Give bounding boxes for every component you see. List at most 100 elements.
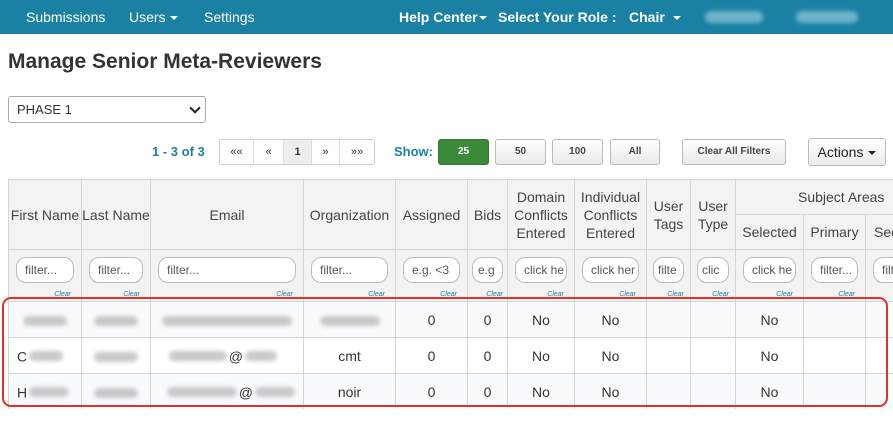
- user-menu-redacted[interactable]: [796, 11, 858, 23]
- col-domain-conflicts[interactable]: Domain Conflicts Entered: [507, 179, 575, 250]
- filter-last-name-input[interactable]: filter...: [89, 257, 143, 283]
- cell-individual-conflicts: No: [574, 337, 647, 374]
- nav-users[interactable]: Users: [129, 9, 178, 25]
- filter-first-name-input[interactable]: filter...: [16, 257, 74, 283]
- redacted-text: [166, 387, 237, 398]
- show-50-button[interactable]: 50: [495, 139, 546, 165]
- cell-user-type: [690, 337, 736, 374]
- cell-assigned-link[interactable]: 0: [395, 337, 468, 374]
- cell-user-type: [690, 301, 736, 338]
- table-row[interactable]: 0 0 No No No: [8, 301, 893, 338]
- nav-submissions[interactable]: Submissions: [26, 9, 105, 25]
- filter-cell: filter... Clear: [150, 249, 304, 302]
- nav-help-center[interactable]: Help Center: [399, 9, 487, 25]
- cell-first-name: H: [8, 373, 82, 409]
- role-label: Select Your Role :: [498, 9, 617, 25]
- clear-filter-link[interactable]: Clear: [619, 291, 636, 298]
- show-100-button[interactable]: 100: [552, 139, 603, 165]
- clear-all-filters-button[interactable]: Clear All Filters: [682, 139, 786, 165]
- redacted-text: [94, 315, 138, 326]
- clear-filter-link[interactable]: Clear: [486, 291, 503, 298]
- nav-users-label: Users: [129, 9, 166, 25]
- col-assigned[interactable]: Assigned: [395, 179, 468, 250]
- filter-cell: click her Clear: [574, 249, 647, 302]
- col-selected[interactable]: Selected: [735, 214, 804, 250]
- actions-button[interactable]: Actions: [808, 138, 886, 166]
- cell-first-name: C: [8, 337, 82, 374]
- cell-selected: No: [735, 337, 804, 374]
- filter-email-input[interactable]: filter...: [158, 257, 296, 283]
- clear-filter-link[interactable]: Clear: [54, 291, 71, 298]
- cell-assigned-link[interactable]: 0: [395, 301, 468, 338]
- page-next-button[interactable]: »: [312, 140, 340, 164]
- table-row[interactable]: C @ cmt 0 0 No No No: [8, 337, 893, 374]
- page-last-button[interactable]: »»: [340, 140, 374, 164]
- clear-filter-link[interactable]: Clear: [368, 291, 385, 298]
- filter-assigned-input[interactable]: e.g. <3: [403, 257, 460, 283]
- page-first-button[interactable]: ««: [220, 140, 254, 164]
- clear-filter-link[interactable]: Clear: [838, 291, 855, 298]
- cell-domain-conflicts: No: [507, 301, 575, 338]
- cell-user-tags: [646, 337, 691, 374]
- filter-organization-input[interactable]: filter...: [311, 257, 388, 283]
- actions-label: Actions: [817, 144, 864, 160]
- col-organization[interactable]: Organization: [303, 179, 396, 250]
- filter-cell: filter... Clear: [81, 249, 151, 302]
- col-individual-conflicts[interactable]: Individual Conflicts Entered: [574, 179, 647, 250]
- filter-domain-conflicts-input[interactable]: click he: [515, 257, 567, 283]
- page-prev-button[interactable]: «: [254, 140, 284, 164]
- filter-cell: e.g. <3 Clear: [395, 249, 468, 302]
- cell-last-name: [81, 373, 151, 409]
- page-title: Manage Senior Meta-Reviewers: [8, 50, 322, 73]
- filter-primary-input[interactable]: filter...: [811, 257, 858, 283]
- filter-bids-input[interactable]: e.g: [472, 257, 503, 283]
- user-name-redacted[interactable]: [705, 11, 763, 23]
- show-label: Show:: [394, 144, 433, 159]
- col-user-type[interactable]: User Type: [690, 179, 736, 250]
- clear-filter-link[interactable]: Clear: [547, 291, 564, 298]
- clear-filter-link[interactable]: Clear: [440, 291, 457, 298]
- role-selector[interactable]: Chair: [629, 9, 681, 25]
- show-25-button[interactable]: 25: [438, 139, 489, 165]
- chevron-down-icon: [189, 102, 201, 114]
- role-value: Chair: [629, 9, 665, 25]
- cell-organization: noir: [303, 373, 396, 409]
- show-all-button[interactable]: All: [610, 139, 660, 165]
- filter-cell: filter... Clear: [303, 249, 396, 302]
- cell-selected: No: [735, 373, 804, 409]
- redacted-text: [94, 387, 138, 398]
- filter-secondary-input[interactable]: filt: [873, 257, 893, 283]
- filter-cell: click he Clear: [507, 249, 575, 302]
- cell-assigned-link[interactable]: 0: [395, 373, 468, 409]
- nav-settings[interactable]: Settings: [204, 9, 255, 25]
- filter-cell: clic Clear: [690, 249, 736, 302]
- col-secondary[interactable]: Sec: [865, 214, 893, 250]
- clear-filter-link[interactable]: Clear: [667, 291, 684, 298]
- cell-organization: [303, 301, 396, 338]
- cell-bids: 0: [467, 373, 508, 409]
- filter-selected-input[interactable]: click he: [743, 257, 796, 283]
- page-current-button[interactable]: 1: [284, 140, 312, 164]
- clear-filter-link[interactable]: Clear: [276, 291, 293, 298]
- top-navbar: Submissions Users Settings Help Center S…: [0, 0, 893, 34]
- col-primary[interactable]: Primary: [803, 214, 866, 250]
- redacted-text: [162, 315, 292, 326]
- clear-filter-link[interactable]: Clear: [712, 291, 729, 298]
- clear-filter-link[interactable]: Clear: [776, 291, 793, 298]
- col-first-name[interactable]: First Name: [8, 179, 82, 250]
- filter-user-type-input[interactable]: clic: [697, 257, 729, 283]
- cell-email: @: [150, 337, 304, 374]
- filter-cell: filte Clear: [646, 249, 691, 302]
- phase-select[interactable]: PHASE 1: [8, 96, 206, 123]
- col-last-name[interactable]: Last Name: [81, 179, 151, 250]
- col-user-tags[interactable]: User Tags: [646, 179, 691, 250]
- cell-primary: [803, 301, 866, 338]
- phase-select-value: PHASE 1: [17, 102, 72, 117]
- filter-user-tags-input[interactable]: filte: [653, 257, 684, 283]
- col-email[interactable]: Email: [150, 179, 304, 250]
- filter-cell: filter... Clear: [803, 249, 866, 302]
- filter-individual-conflicts-input[interactable]: click her: [582, 257, 639, 283]
- table-row[interactable]: H @ noir 0 0 No No No: [8, 373, 893, 409]
- clear-filter-link[interactable]: Clear: [123, 291, 140, 298]
- col-bids[interactable]: Bids: [467, 179, 508, 250]
